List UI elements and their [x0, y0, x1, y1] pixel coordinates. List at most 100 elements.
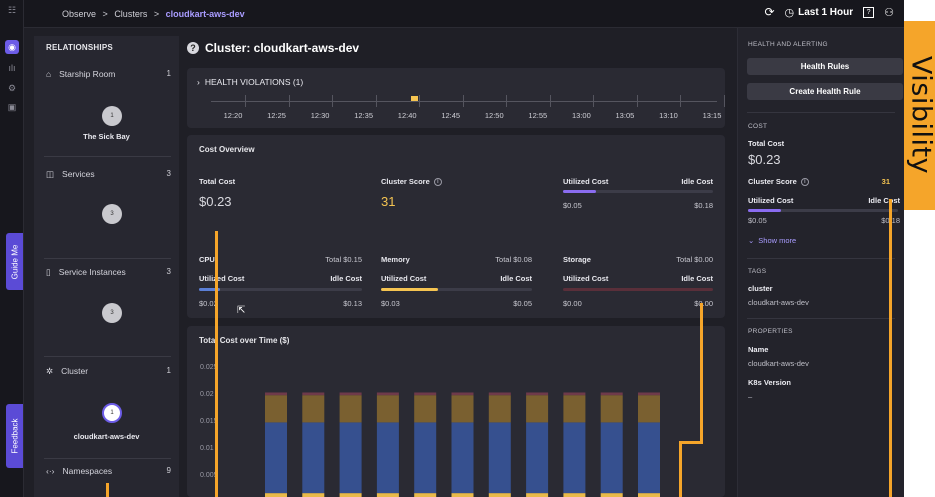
chart-bar-segment[interactable]	[600, 422, 623, 494]
chart-bar-segment[interactable]	[414, 395, 437, 423]
chart-bar-segment[interactable]	[376, 392, 399, 396]
overall-idle-value: $0.18	[694, 201, 713, 210]
chart-bar-segment[interactable]	[563, 493, 586, 497]
health-rules-button[interactable]: Health Rules	[747, 58, 903, 75]
chart-bar-segment[interactable]	[302, 422, 325, 494]
breadcrumb-observe[interactable]: Observe	[62, 9, 96, 19]
settings-gear-icon[interactable]: ⚙	[5, 81, 19, 95]
document-icon[interactable]: ▣	[5, 100, 19, 114]
chart-bar-segment[interactable]	[563, 395, 586, 423]
node-label: The Sick Bay	[83, 132, 130, 141]
health-alerting-header: HEALTH AND ALERTING	[748, 41, 828, 48]
memory-utilized-value: $0.03	[381, 299, 400, 308]
observe-eye-icon[interactable]: ◉	[5, 40, 19, 54]
refresh-icon[interactable]: ⟳	[764, 5, 774, 19]
chart-bar-segment[interactable]	[451, 422, 474, 494]
section-label: Services	[62, 169, 95, 179]
user-icon[interactable]: ⚇	[884, 6, 894, 19]
chart-bar-segment[interactable]	[638, 493, 660, 497]
graph-node[interactable]: 3	[102, 204, 122, 224]
chart-bar-segment[interactable]	[302, 395, 325, 423]
timeline-tick	[288, 95, 290, 107]
callout-line	[679, 441, 703, 444]
chart-bar-segment[interactable]	[600, 493, 623, 497]
chart-bar-segment[interactable]	[600, 392, 623, 396]
guide-me-button[interactable]: Guide Me	[6, 233, 23, 290]
chart-bar-segment[interactable]	[526, 395, 549, 423]
graph-node-selected[interactable]: 1	[102, 403, 122, 423]
callout-line	[700, 303, 703, 443]
overall-utilized-value: $0.05	[563, 201, 582, 210]
storage-utilized-label: Utilized Cost	[563, 274, 609, 283]
section-label: Service Instances	[58, 267, 126, 277]
app-window: ☷ ◉ ılı ⚙ ▣ Guide Me Feedback Observe > …	[0, 0, 904, 497]
memory-utilization-fill	[381, 288, 439, 291]
chart-bar-segment[interactable]	[414, 392, 437, 396]
chart-bar-segment[interactable]	[265, 392, 287, 396]
apps-grid-icon[interactable]: ☷	[5, 3, 19, 17]
section-label: Namespaces	[62, 466, 113, 476]
chart-bar-segment[interactable]	[488, 493, 511, 497]
time-range-picker[interactable]: ◷ Last 1 Hour	[785, 6, 854, 19]
overall-utilization-bar	[563, 190, 713, 193]
chart-bar-segment[interactable]	[563, 422, 586, 494]
total-cost-chart-card: Total Cost over Time ($) 0.025 0.02 0.01…	[187, 326, 725, 497]
violation-marker[interactable]	[411, 96, 418, 101]
timeline-tick	[549, 95, 551, 107]
info-icon[interactable]: i	[800, 178, 809, 187]
chart-bar-segment[interactable]	[376, 422, 399, 494]
chart-bar-segment[interactable]	[265, 422, 287, 494]
chart-bar-segment[interactable]	[339, 493, 362, 497]
cpu-utilization-bar	[199, 288, 362, 291]
chart-bar-segment[interactable]	[339, 392, 362, 396]
breadcrumb-clusters[interactable]: Clusters	[114, 9, 147, 19]
chart-bar-segment[interactable]	[526, 392, 549, 396]
chart-bar-segment[interactable]	[526, 422, 549, 494]
mouse-cursor-icon: ⇱	[237, 305, 246, 316]
chart-bar-segment[interactable]	[339, 395, 362, 423]
memory-idle-value: $0.05	[513, 299, 532, 308]
storage-total: Total $0.00	[676, 255, 713, 264]
chart-bar-segment[interactable]	[451, 493, 474, 497]
help-icon[interactable]: ?	[863, 6, 875, 18]
timeline-time-label: 12:35	[354, 111, 374, 120]
chart-bar-segment[interactable]	[638, 422, 660, 494]
chart-bar-segment[interactable]	[302, 392, 325, 396]
graph-node[interactable]: 3	[102, 303, 122, 323]
memory-utilization-bar	[381, 288, 532, 291]
chart-bar-segment[interactable]	[600, 395, 623, 423]
feedback-button[interactable]: Feedback	[6, 404, 23, 468]
timeline-time-label: 13:15	[702, 111, 722, 120]
chart-bar-segment[interactable]	[488, 422, 511, 494]
graph-node[interactable]: 1	[102, 106, 122, 126]
show-more-link[interactable]: ⌄ Show more	[748, 236, 796, 245]
chart-bar-segment[interactable]	[451, 392, 474, 396]
chart-bar-segment[interactable]	[414, 422, 437, 494]
create-health-rule-button[interactable]: Create Health Rule	[747, 83, 903, 100]
chart-bar-segment[interactable]	[302, 493, 325, 497]
divider	[44, 356, 171, 357]
chart-bar-segment[interactable]	[638, 392, 660, 396]
health-violations-toggle[interactable]: › HEALTH VIOLATIONS (1)	[197, 77, 303, 87]
chart-bar-segment[interactable]	[638, 395, 660, 423]
timeline-tick	[593, 95, 595, 107]
chart-bar-segment[interactable]	[414, 493, 437, 497]
info-icon[interactable]: i	[433, 178, 442, 187]
cost-overview-card: Cost Overview Total Cost $0.23 Cluster S…	[187, 135, 725, 318]
analytics-icon[interactable]: ılı	[5, 61, 19, 75]
chart-bar-segment[interactable]	[563, 392, 586, 396]
chart-bar-segment[interactable]	[451, 395, 474, 423]
chart-bar-segment[interactable]	[265, 395, 287, 423]
breadcrumb-separator: >	[102, 9, 108, 19]
chart-bar-segment[interactable]	[339, 422, 362, 494]
chart-bar-segment[interactable]	[526, 493, 549, 497]
chart-bar-segment[interactable]	[265, 493, 287, 497]
chart-bar-segment[interactable]	[376, 395, 399, 423]
chart-bar-segment[interactable]	[376, 493, 399, 497]
time-range-label: Last 1 Hour	[798, 6, 854, 18]
clock-icon: ◷	[784, 6, 795, 19]
total-cost-label: Total Cost	[199, 177, 236, 186]
chart-bar-segment[interactable]	[488, 395, 511, 423]
feedback-label: Feedback	[10, 418, 19, 454]
chart-bar-segment[interactable]	[488, 392, 511, 396]
